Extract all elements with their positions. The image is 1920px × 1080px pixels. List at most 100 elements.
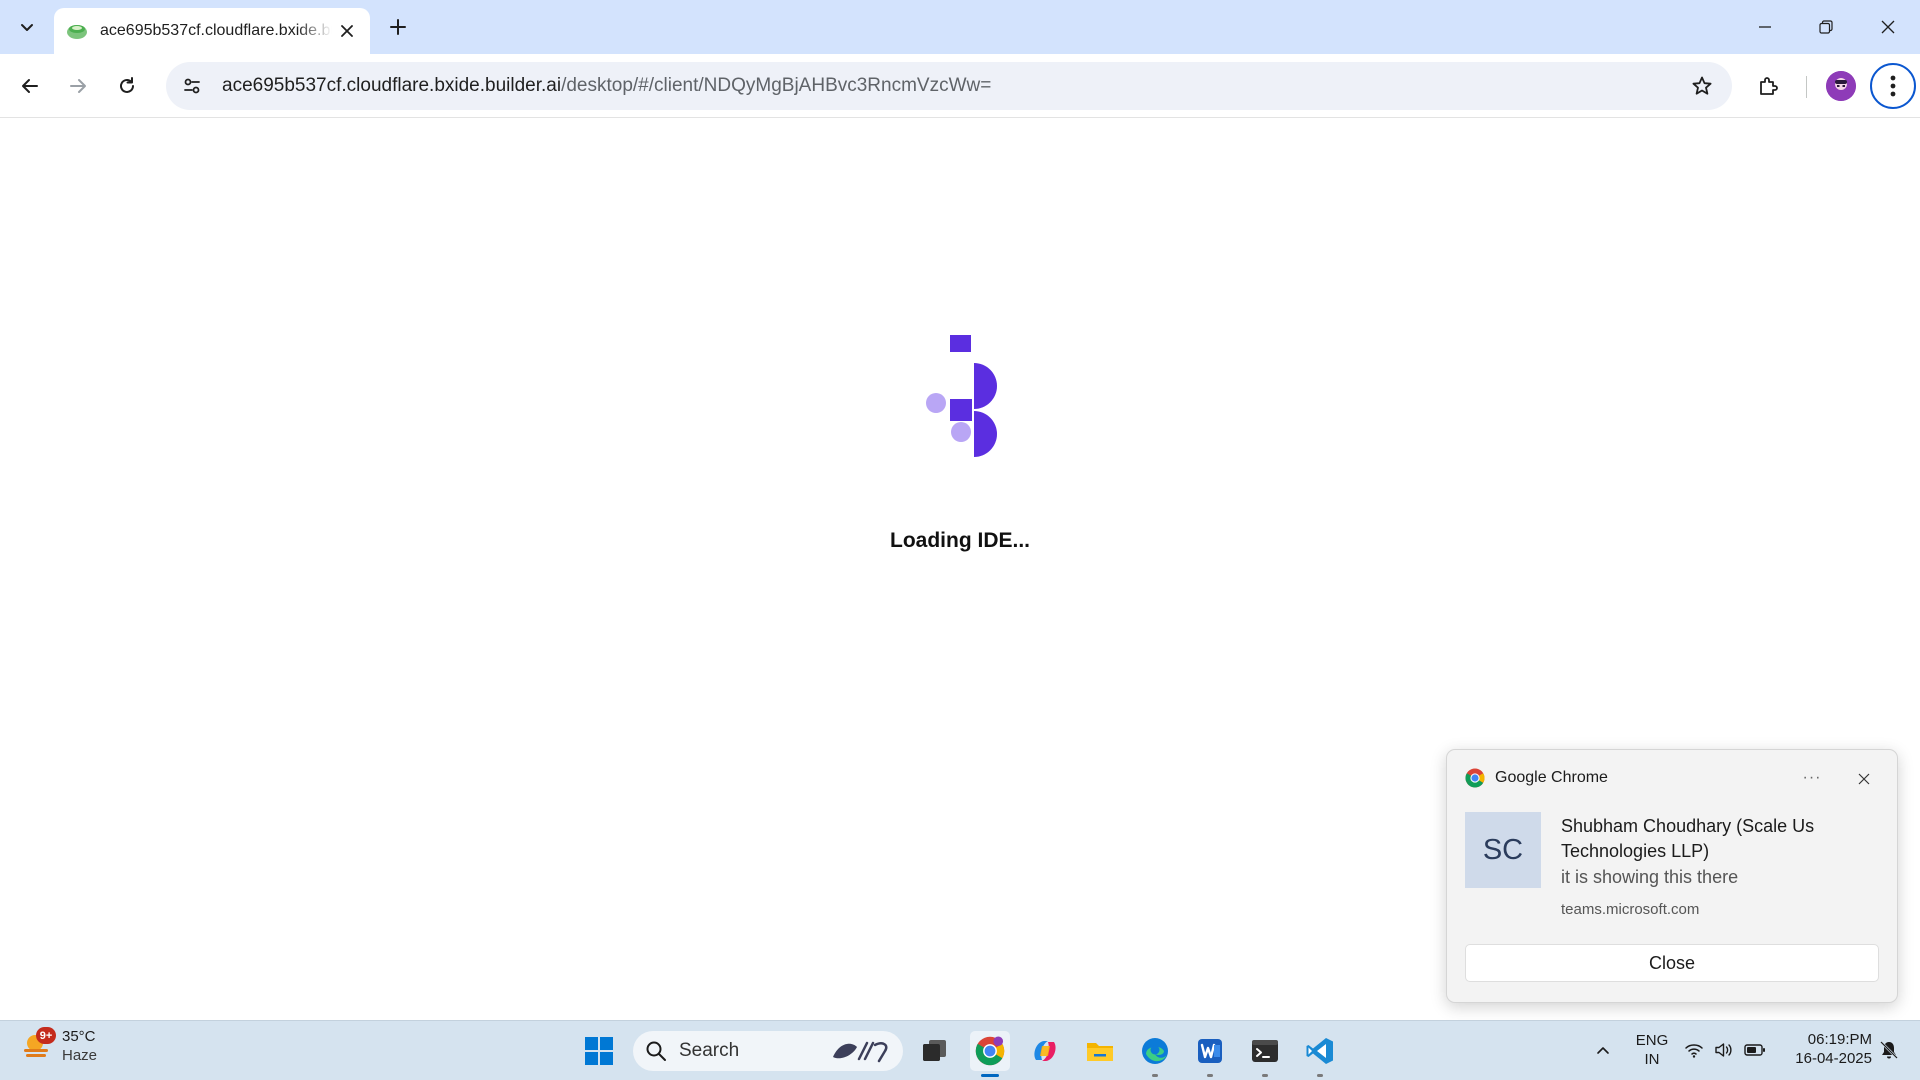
wifi-icon <box>1685 1044 1703 1058</box>
profile-avatar[interactable] <box>1826 71 1856 101</box>
taskbar-chrome[interactable] <box>970 1031 1010 1077</box>
bookmark-button[interactable] <box>1684 68 1720 104</box>
chrome-logo-icon <box>1465 768 1485 788</box>
reload-button[interactable] <box>109 68 145 104</box>
forward-button[interactable] <box>60 68 96 104</box>
builder-loading-logo <box>926 335 997 457</box>
search-icon <box>646 1041 666 1061</box>
logo-center-square <box>950 399 972 421</box>
taskbar-copilot[interactable] <box>1025 1031 1065 1071</box>
running-indicator <box>1207 1074 1213 1077</box>
puzzle-icon <box>1760 77 1778 95</box>
weather-condition: Haze <box>62 1047 98 1064</box>
sender-avatar: SC <box>1465 812 1541 888</box>
toast-dismiss-button[interactable] <box>1851 766 1877 792</box>
taskbar-search-box[interactable]: Search <box>633 1031 903 1071</box>
toast-header: Google Chrome <box>1465 768 1608 788</box>
chrome-menu-button[interactable] <box>1870 63 1916 109</box>
toast-message: it is showing this there <box>1561 867 1739 887</box>
address-bar[interactable]: ace695b537cf.cloudflare.bxide.builder.ai… <box>166 62 1732 110</box>
notification-center-button[interactable] <box>1874 1035 1904 1065</box>
browser-tab-strip: ace695b537cf.cloudflare.bxide.builder.ai <box>0 0 1920 54</box>
language-region: IN <box>1644 1051 1660 1068</box>
terminal-icon <box>1252 1040 1278 1062</box>
restore-icon <box>1819 20 1833 34</box>
profile-icon <box>1826 71 1856 101</box>
weather-badge: 9+ <box>36 1027 56 1044</box>
toast-close-button[interactable]: Close <box>1465 944 1879 982</box>
folder-icon <box>1087 1043 1113 1061</box>
taskbar-file-explorer[interactable] <box>1080 1031 1120 1071</box>
chevron-up-icon <box>1597 1047 1609 1054</box>
logo-upper-half-circle <box>974 363 997 409</box>
running-indicator <box>1262 1074 1268 1077</box>
taskbar-search-label: Search <box>679 1040 740 1061</box>
toast-more-options[interactable]: ··· <box>1797 766 1827 790</box>
toast-source: teams.microsoft.com <box>1561 901 1700 918</box>
weather-temperature: 35°C <box>62 1028 96 1045</box>
plus-icon <box>390 19 406 35</box>
chrome-logo-icon <box>975 1036 1005 1066</box>
close-icon <box>1881 20 1895 34</box>
logo-left-dot <box>926 393 946 413</box>
copilot-icon <box>1034 1041 1056 1061</box>
minimize-icon <box>1759 26 1771 28</box>
browser-tab-active[interactable]: ace695b537cf.cloudflare.bxide.builder.ai <box>54 8 370 54</box>
battery-icon <box>1744 1044 1765 1056</box>
tab-close-icon[interactable] <box>336 20 358 42</box>
loading-message: Loading IDE... <box>890 529 1030 552</box>
show-hidden-icons-button[interactable] <box>1588 1035 1618 1065</box>
search-highlight-icon <box>833 1041 888 1063</box>
back-button[interactable] <box>12 68 48 104</box>
tab-title: ace695b537cf.cloudflare.bxide.builder.ai <box>100 22 332 39</box>
toast-sender: Shubham Choudhary (Scale Us Technologies… <box>1561 816 1815 861</box>
arrow-right-icon <box>70 79 86 93</box>
chevron-down-icon <box>21 24 33 31</box>
more-vertical-icon <box>1890 75 1896 97</box>
language-indicator[interactable]: ENG IN <box>1630 1031 1674 1069</box>
edge-icon <box>1142 1038 1168 1064</box>
toolbar-divider <box>1806 76 1807 98</box>
bell-icon <box>1880 1041 1898 1059</box>
system-tray[interactable] <box>1684 1035 1766 1065</box>
star-icon <box>1692 76 1712 95</box>
new-tab-button[interactable] <box>382 11 414 43</box>
task-view-button[interactable] <box>915 1031 955 1071</box>
logo-bottom-dot <box>951 422 971 442</box>
running-indicator <box>1152 1074 1158 1077</box>
reload-icon <box>120 77 134 93</box>
window-close-button[interactable] <box>1868 8 1908 46</box>
window-minimize-button[interactable] <box>1745 8 1785 46</box>
site-info-button[interactable] <box>174 68 210 104</box>
running-indicator <box>981 1074 999 1077</box>
toast-body: Shubham Choudhary (Scale Us Technologies… <box>1561 814 1879 918</box>
close-icon <box>1858 773 1870 785</box>
extensions-button[interactable] <box>1750 68 1786 104</box>
taskbar-terminal[interactable] <box>1245 1031 1285 1077</box>
start-button[interactable] <box>579 1031 619 1071</box>
taskbar-clock[interactable]: 06:19:PM 16-04-2025 <box>1780 1030 1872 1068</box>
weather-widget[interactable]: 9+ 35°C Haze <box>20 1027 97 1065</box>
site-favicon-icon <box>67 25 87 39</box>
word-icon <box>1198 1039 1222 1063</box>
vscode-icon <box>1306 1038 1333 1064</box>
notification-toast[interactable]: Google Chrome ··· SC Shubham Choudhary (… <box>1446 749 1898 1003</box>
weather-text: 35°C Haze <box>62 1027 97 1065</box>
volume-icon <box>1715 1043 1732 1057</box>
clock-time: 06:19:PM <box>1807 1031 1872 1048</box>
url-host: ace695b537cf.cloudflare.bxide.builder.ai <box>222 75 562 96</box>
url-text: ace695b537cf.cloudflare.bxide.builder.ai… <box>222 75 991 97</box>
taskbar-vscode[interactable] <box>1300 1031 1340 1077</box>
url-path: /desktop/#/client/NDQyMgBjAHBvc3RncmVzcW… <box>561 75 992 96</box>
arrow-left-icon <box>22 79 38 93</box>
logo-top-square <box>950 335 971 352</box>
task-view-icon <box>923 1040 946 1061</box>
window-restore-button[interactable] <box>1806 8 1846 46</box>
taskbar-word[interactable] <box>1190 1031 1230 1077</box>
browser-toolbar: ace695b537cf.cloudflare.bxide.builder.ai… <box>0 54 1920 118</box>
tab-search-button[interactable] <box>7 10 47 44</box>
running-indicator <box>1317 1074 1323 1077</box>
taskbar-edge[interactable] <box>1135 1031 1175 1077</box>
language-code: ENG <box>1635 1032 1669 1049</box>
clock-date: 16-04-2025 <box>1795 1050 1872 1067</box>
